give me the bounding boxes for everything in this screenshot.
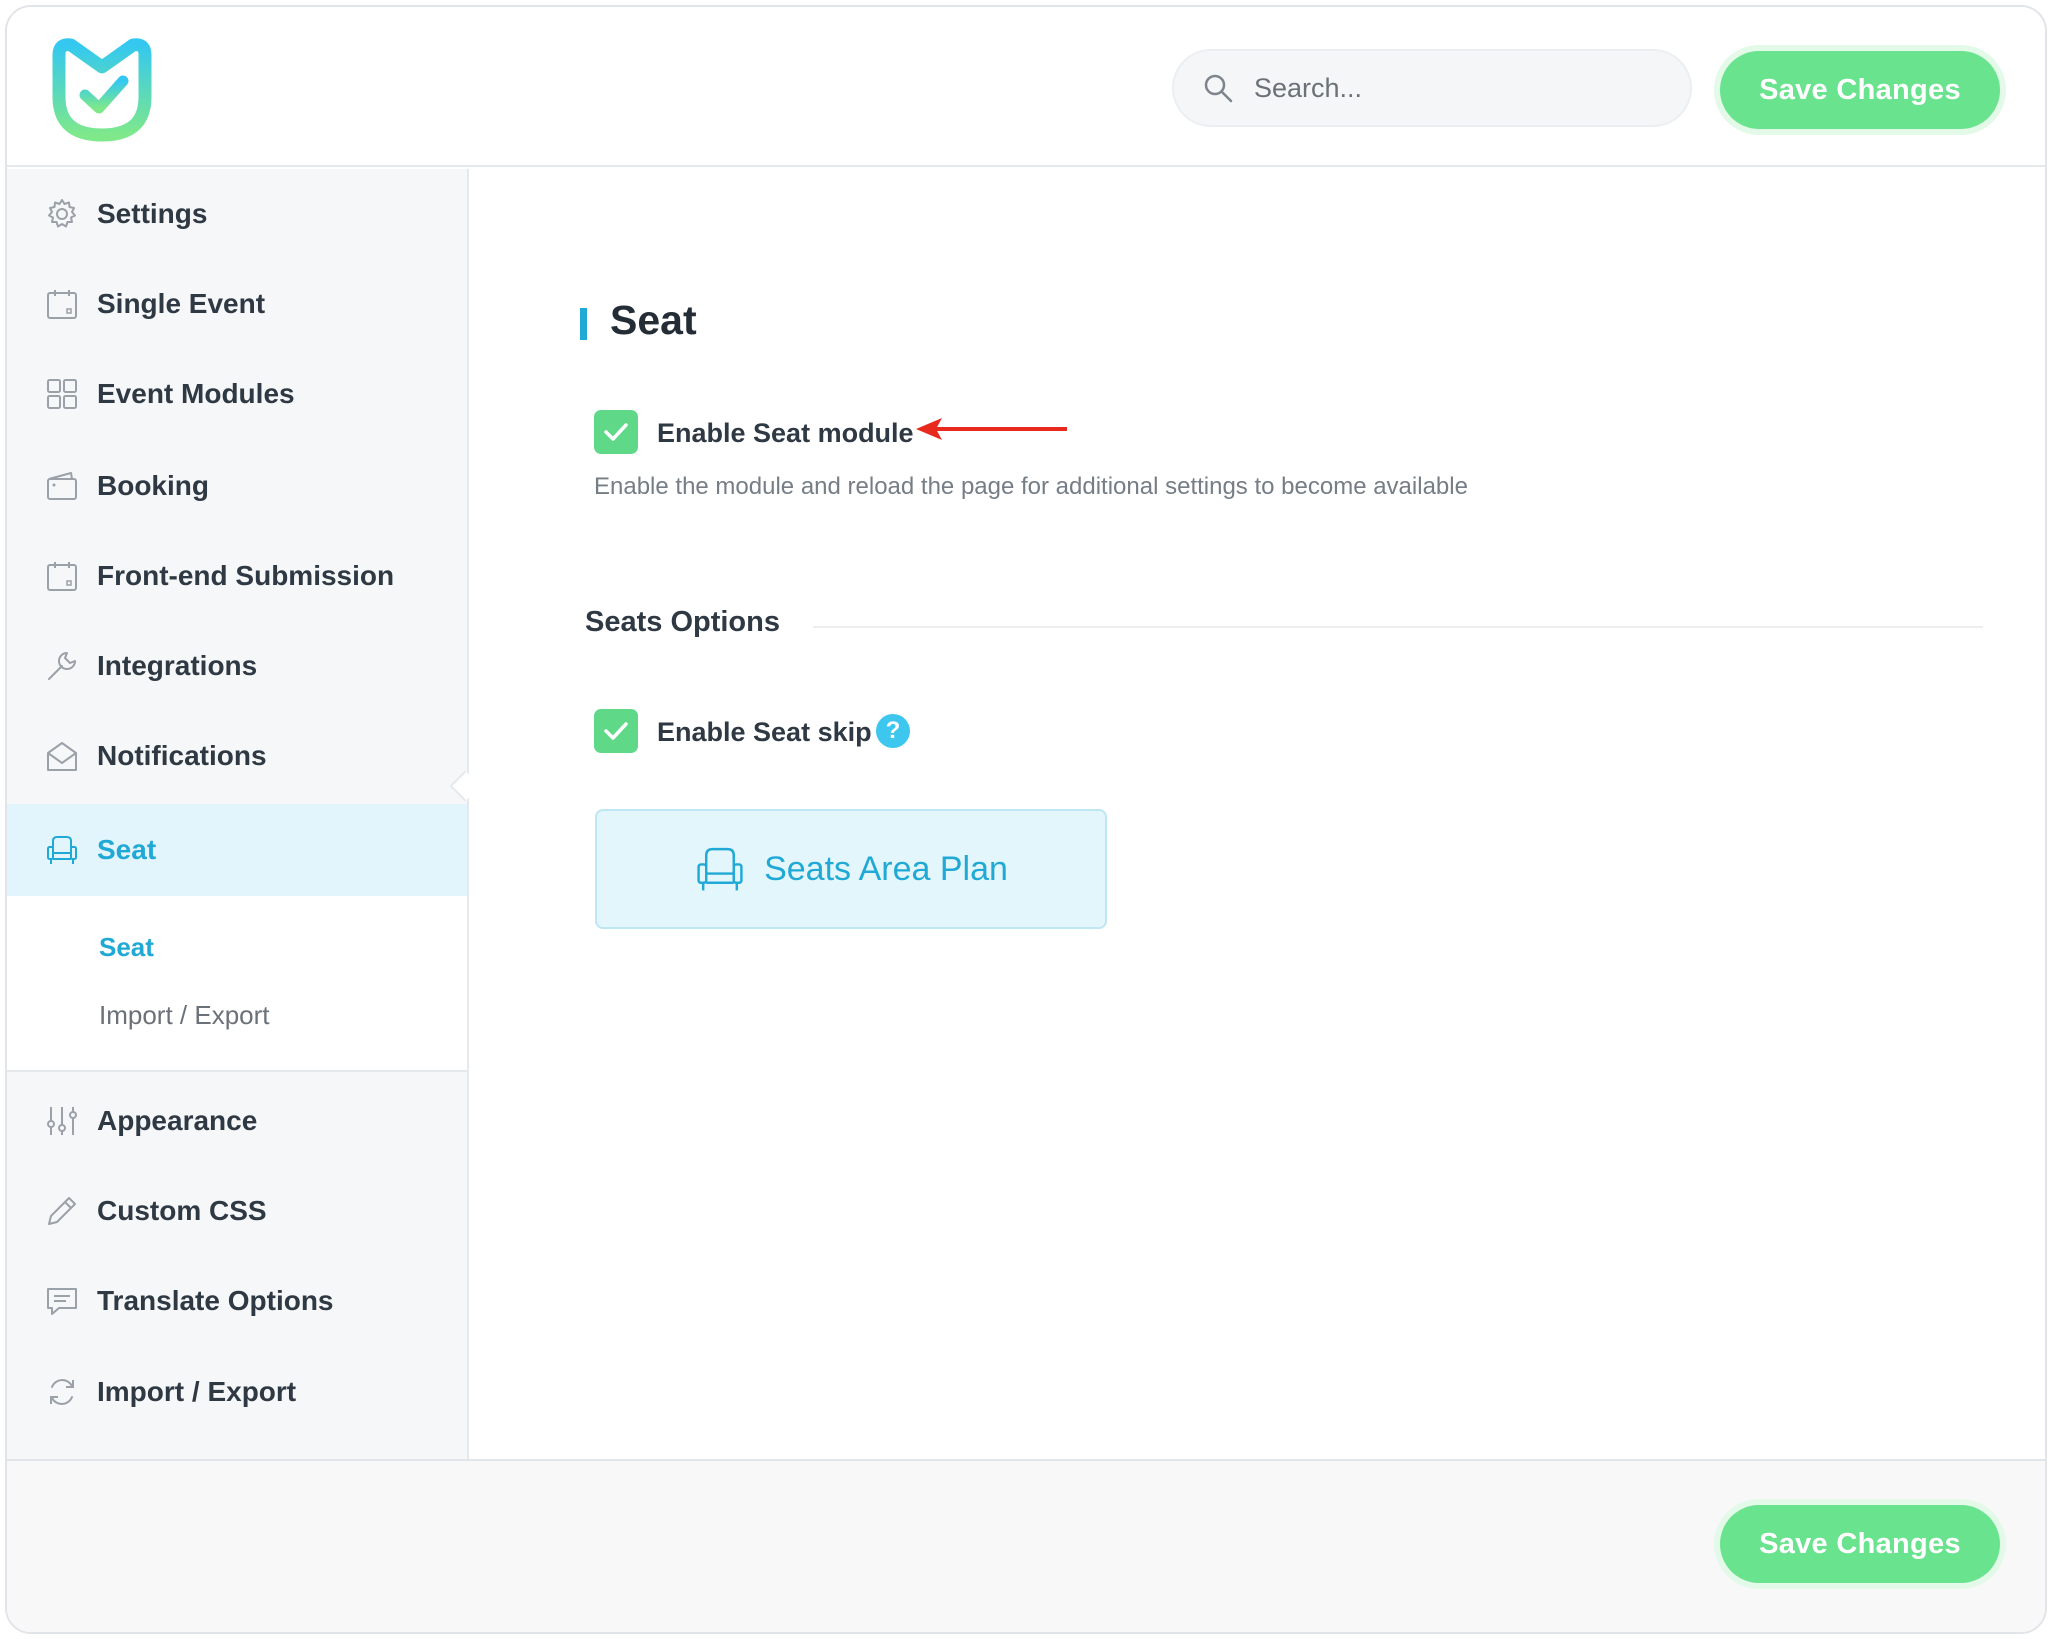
enable-seat-skip-checkbox[interactable] <box>594 709 638 753</box>
sidebar-item-label: Event Modules <box>97 378 295 409</box>
submenu-item-seat[interactable]: Seat <box>99 932 154 963</box>
sidebar-item-settings[interactable]: Settings <box>7 169 467 259</box>
sidebar-item-booking[interactable]: Booking <box>7 441 467 531</box>
seats-area-plan-button[interactable]: Seats Area Plan <box>595 809 1107 929</box>
save-changes-button-top[interactable]: Save Changes <box>1720 51 2000 129</box>
red-arrow-icon <box>916 418 1067 440</box>
sliders-icon <box>47 1107 77 1135</box>
search-icon <box>1204 74 1233 103</box>
calendar-icon <box>47 562 77 591</box>
sidebar-item-event-modules[interactable]: Event Modules <box>7 349 467 439</box>
sidebar-item-label: Seat <box>97 834 157 865</box>
app-window: Save Changes Settings Single Event <box>5 5 2047 1634</box>
checkmark-icon <box>604 423 628 441</box>
sidebar-item-single-event[interactable]: Single Event <box>7 259 467 349</box>
sidebar-item-label: Booking <box>97 470 209 501</box>
wallet-icon <box>47 472 77 500</box>
logo-icon <box>52 38 152 142</box>
sidebar-item-label: Custom CSS <box>97 1195 267 1226</box>
enable-seat-module-label[interactable]: Enable Seat module <box>657 418 914 449</box>
sidebar-item-appearance[interactable]: Appearance <box>7 1076 467 1166</box>
sidebar-item-notifications[interactable]: Notifications <box>7 711 467 801</box>
sidebar-item-integrations[interactable]: Integrations <box>7 621 467 711</box>
submenu-item-import-export[interactable]: Import / Export <box>99 1000 270 1031</box>
sidebar: Settings Single Event Event Modules Book… <box>7 169 469 1459</box>
sidebar-item-label: Appearance <box>97 1105 258 1136</box>
search-input[interactable] <box>1254 72 1674 104</box>
header: Save Changes <box>7 7 2045 167</box>
armchair-icon <box>47 836 77 864</box>
enable-seat-skip-label[interactable]: Enable Seat skip <box>657 717 872 748</box>
sidebar-item-custom-css[interactable]: Custom CSS <box>7 1166 467 1256</box>
seats-area-plan-label: Seats Area Plan <box>764 849 1008 888</box>
sidebar-item-import-export[interactable]: Import / Export <box>7 1347 467 1437</box>
sidebar-item-label: Notifications <box>97 740 267 771</box>
sidebar-item-label: Translate Options <box>97 1285 334 1316</box>
sidebar-item-front-end-submission[interactable]: Front-end Submission <box>7 531 467 621</box>
checkmark-icon <box>604 722 628 740</box>
search-box[interactable] <box>1172 49 1692 127</box>
sidebar-item-label: Import / Export <box>97 1376 297 1407</box>
sidebar-submenu: Seat Import / Export <box>7 896 467 1072</box>
grid-icon <box>47 379 77 409</box>
title-accent-bar <box>580 308 587 340</box>
envelope-icon <box>47 742 77 771</box>
wrench-icon <box>48 652 76 680</box>
sidebar-item-label: Single Event <box>97 288 266 319</box>
chat-icon <box>47 1288 77 1315</box>
page-title: Seat <box>610 297 697 343</box>
save-changes-button-bottom[interactable]: Save Changes <box>1720 1505 2000 1583</box>
sidebar-item-translate-options[interactable]: Translate Options <box>7 1256 467 1346</box>
main-content: Seat Enable Seat module Enable the modul… <box>469 169 2045 1459</box>
pencil-icon <box>48 1197 76 1225</box>
enable-seat-module-checkbox[interactable] <box>594 410 638 454</box>
section-title: Seats Options <box>585 606 780 638</box>
armchair-icon <box>697 847 743 891</box>
help-icon[interactable]: ? <box>876 714 910 748</box>
module-hint-text: Enable the module and reload the page fo… <box>594 473 1468 500</box>
sidebar-item-label: Integrations <box>97 650 258 681</box>
calendar-icon <box>47 290 77 319</box>
sidebar-item-label: Settings <box>97 198 208 229</box>
gear-icon <box>48 199 76 228</box>
refresh-icon <box>50 1379 74 1405</box>
sidebar-item-label: Front-end Submission <box>97 560 395 591</box>
section-divider <box>813 626 1983 628</box>
sidebar-item-seat[interactable]: Seat <box>7 804 467 896</box>
